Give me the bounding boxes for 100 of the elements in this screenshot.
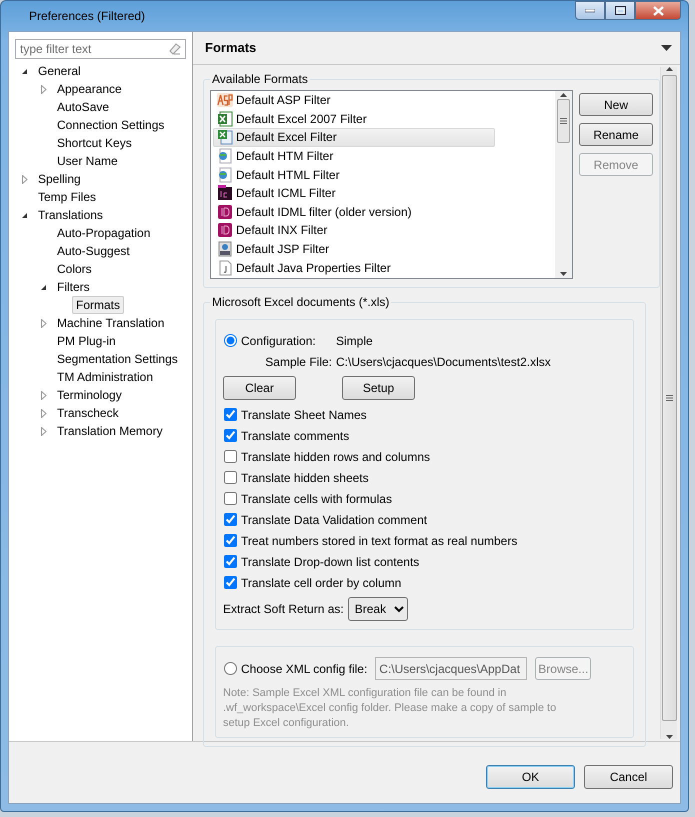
close-icon xyxy=(652,6,664,16)
scroll-up-icon xyxy=(666,67,672,71)
tree-item[interactable]: Connection Settings xyxy=(53,116,168,134)
eraser-icon xyxy=(169,43,181,55)
checkbox[interactable] xyxy=(224,471,237,484)
checkbox[interactable] xyxy=(224,555,237,568)
radio-label[interactable]: Configuration: xyxy=(241,332,316,350)
minimize-button[interactable] xyxy=(575,1,605,20)
text-file-icon xyxy=(217,260,233,276)
scroll-down-icon xyxy=(666,735,672,739)
checkbox[interactable] xyxy=(224,408,237,421)
tree-item[interactable]: User Name xyxy=(53,152,122,170)
checkbox[interactable] xyxy=(224,492,237,505)
asp-file-icon xyxy=(217,92,233,108)
tree-item[interactable]: Terminology xyxy=(53,386,126,404)
maximize-button[interactable] xyxy=(605,1,635,20)
soft-return-dropdown[interactable]: Break xyxy=(348,597,408,621)
group-label: Microsoft Excel documents (*.xls) xyxy=(210,294,392,310)
filter-field[interactable]: type filter text xyxy=(15,39,186,59)
sample-file-label: Sample File: xyxy=(264,354,333,370)
format-list[interactable] xyxy=(210,90,573,279)
tree-item[interactable]: Machine Translation xyxy=(53,314,168,332)
dropdown-icon[interactable] xyxy=(661,45,672,51)
checkbox-label[interactable]: Treat numbers stored in text format as real numbers xyxy=(241,532,518,550)
action-button[interactable]: Setup xyxy=(342,376,415,400)
globe-file-icon xyxy=(217,148,233,164)
list-item[interactable]: Default INX Filter xyxy=(213,221,495,240)
maximize-icon xyxy=(614,6,626,15)
spreadsheet-icon xyxy=(217,110,233,127)
tree-item[interactable]: Segmentation Settings xyxy=(53,350,182,368)
spreadsheet-icon xyxy=(217,129,233,146)
list-item[interactable]: Default Excel Filter xyxy=(213,128,495,147)
list-scrollbar[interactable] xyxy=(555,91,572,278)
collapse-arrow-icon[interactable] xyxy=(21,68,28,74)
incopy-file-icon xyxy=(217,185,233,202)
tree-item[interactable]: Temp Files xyxy=(34,188,100,206)
grip-icon xyxy=(666,395,672,401)
tree-item[interactable]: Spelling xyxy=(34,170,85,188)
collapse-arrow-icon[interactable] xyxy=(21,212,28,218)
indesign-file-icon xyxy=(217,204,233,220)
scroll-up-icon xyxy=(560,93,567,97)
list-item[interactable]: Default IDML filter (older version) xyxy=(213,202,495,222)
checkbox-label[interactable]: Translate Data Validation comment xyxy=(241,510,428,528)
action-button[interactable]: Clear xyxy=(223,376,296,400)
checkbox-label[interactable]: Translate hidden rows and columns xyxy=(241,448,430,466)
expand-arrow-icon[interactable] xyxy=(40,318,46,328)
tree-item[interactable]: Shortcut Keys xyxy=(53,134,136,152)
tree-item[interactable]: Colors xyxy=(53,260,96,278)
tree-item[interactable]: Formats xyxy=(72,296,124,314)
page-title: Formats xyxy=(205,39,256,58)
ok-button[interactable]: OK xyxy=(486,764,575,788)
expand-arrow-icon[interactable] xyxy=(22,174,28,184)
indesign-file-icon xyxy=(217,222,233,238)
expand-arrow-icon[interactable] xyxy=(40,426,46,436)
cancel-button[interactable]: Cancel xyxy=(584,764,673,788)
checkbox[interactable] xyxy=(224,534,237,547)
tree-item[interactable]: Appearance xyxy=(53,80,126,98)
checkbox-label[interactable]: Translate Sheet Names xyxy=(241,406,367,424)
list-item[interactable]: Default Java Properties Filter xyxy=(213,258,495,277)
radio-button[interactable] xyxy=(224,662,237,675)
list-item[interactable]: Default ASP Filter xyxy=(213,91,495,110)
tree-item[interactable]: Auto-Propagation xyxy=(53,224,154,242)
checkbox[interactable] xyxy=(224,576,237,589)
tree-item[interactable]: AutoSave xyxy=(53,98,114,116)
tree-item[interactable]: Translations xyxy=(34,206,107,224)
note-text: Note: Sample Excel XML configuration file can be found in .wf_workspace\Excel config folder. Please make a copy of sample to setup Excel configuration. xyxy=(223,686,558,731)
list-item[interactable]: Default HTML Filter xyxy=(213,165,495,184)
tree-item[interactable]: PM Plug-in xyxy=(53,332,120,350)
configuration-value: Simple xyxy=(336,332,373,350)
checkbox[interactable] xyxy=(224,429,237,442)
action-button[interactable]: New xyxy=(579,93,653,116)
checkbox-label[interactable]: Translate cells with formulas xyxy=(241,490,392,508)
jsp-file-icon xyxy=(217,241,233,258)
tree-item[interactable]: General xyxy=(34,62,85,80)
radio-label[interactable]: Choose XML config file: xyxy=(241,660,368,678)
checkbox[interactable] xyxy=(224,450,237,463)
tree-item[interactable]: Translation Memory xyxy=(53,422,167,440)
radio-button[interactable] xyxy=(224,334,237,347)
tree-item[interactable]: Filters xyxy=(53,278,94,296)
checkbox-label[interactable]: Translate Drop-down list contents xyxy=(241,552,420,570)
checkbox-label[interactable]: Translate comments xyxy=(241,426,350,444)
vertical-scrollbar[interactable] xyxy=(660,67,677,739)
collapse-arrow-icon[interactable] xyxy=(40,284,47,290)
list-item[interactable]: Default Excel 2007 Filter xyxy=(213,110,495,128)
tree-item[interactable]: Transcheck xyxy=(53,404,123,422)
tree-item[interactable]: TM Administration xyxy=(53,368,158,386)
list-item[interactable]: Default ICML Filter xyxy=(213,184,495,203)
checkbox-label[interactable]: Translate cell order by column xyxy=(241,574,402,592)
expand-arrow-icon[interactable] xyxy=(40,390,46,400)
expand-arrow-icon[interactable] xyxy=(40,408,46,418)
action-button[interactable]: Rename xyxy=(579,123,653,146)
window-title: Preferences (Filtered) xyxy=(28,8,146,25)
grip-icon xyxy=(560,118,567,124)
checkbox-label[interactable]: Translate hidden sheets xyxy=(241,468,369,486)
expand-arrow-icon[interactable] xyxy=(40,84,46,94)
checkbox[interactable] xyxy=(224,513,237,526)
tree-item[interactable]: Auto-Suggest xyxy=(53,242,134,260)
close-button[interactable] xyxy=(635,1,681,20)
list-item[interactable]: Default HTM Filter xyxy=(213,146,495,166)
list-item[interactable]: Default JSP Filter xyxy=(213,240,495,258)
